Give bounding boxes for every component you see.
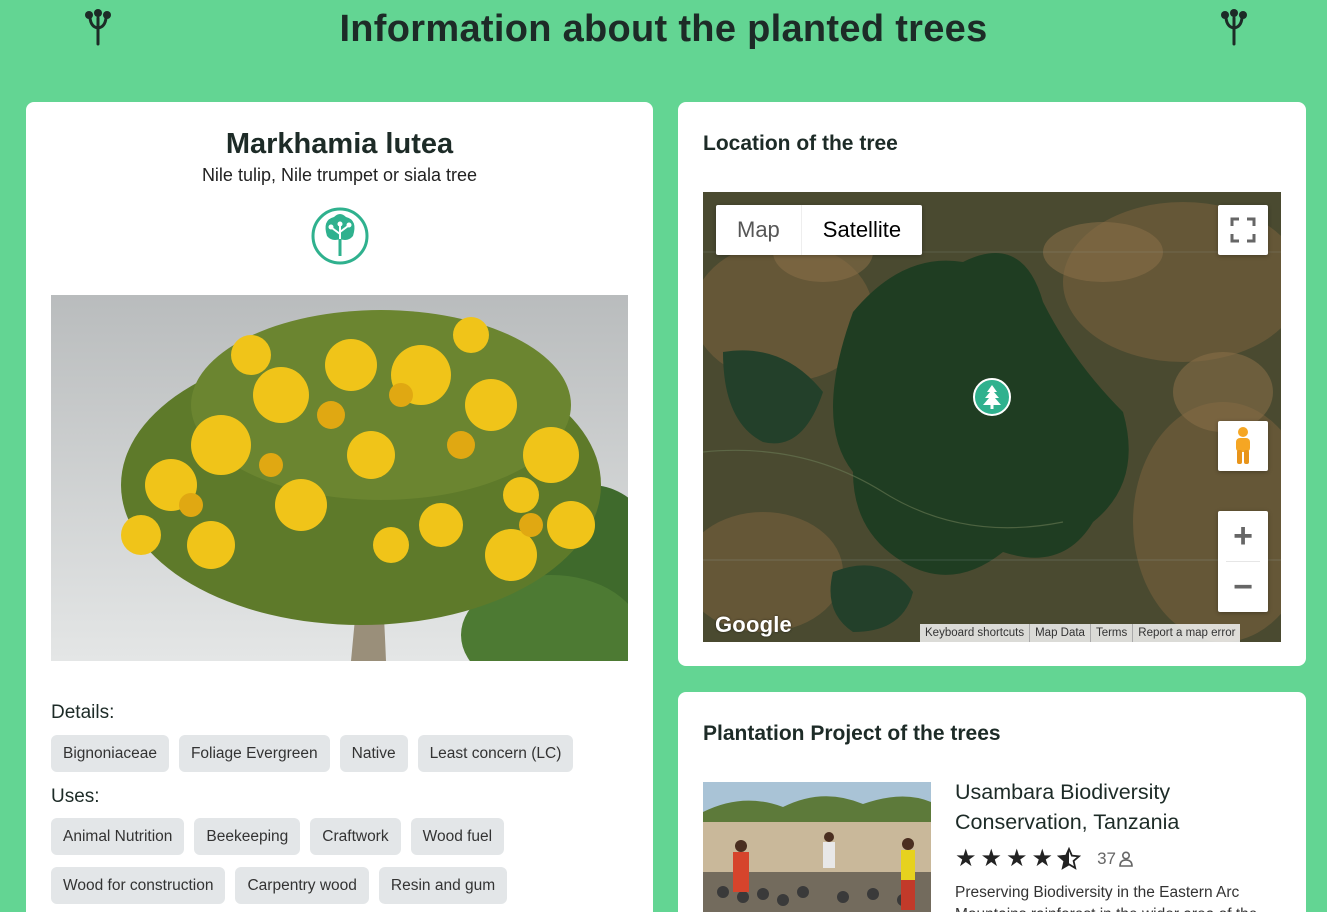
star-full-icon: ★ (1006, 845, 1028, 872)
location-heading: Location of the tree (703, 132, 898, 155)
details-label: Details: (51, 702, 115, 723)
use-tag: Craftwork (310, 818, 401, 855)
use-tag: Resin and gum (378, 867, 508, 904)
map-imagery (703, 192, 1281, 642)
project-name[interactable]: Usambara Biodiversity Conservation, Tanz… (955, 777, 1285, 837)
map-type-satellite-button[interactable]: Satellite (800, 205, 922, 255)
star-full-icon: ★ (955, 845, 977, 872)
project-photo[interactable] (703, 782, 931, 912)
species-scientific-name: Markhamia lutea (225, 128, 454, 160)
star-half-icon (1057, 847, 1082, 870)
google-logo[interactable]: Google (715, 612, 792, 638)
zoom-out-button[interactable]: − (1218, 562, 1268, 612)
species-common-names: Nile tulip, Nile trumpet or siala tree (201, 165, 478, 185)
terms-link[interactable]: Terms (1091, 624, 1134, 642)
map-footer: Keyboard shortcuts Map Data Terms Report… (920, 624, 1241, 642)
fullscreen-icon (1230, 217, 1256, 243)
use-tag: Beekeeping (194, 818, 301, 855)
star-full-icon: ★ (980, 845, 1003, 872)
map-data-link[interactable]: Map Data (1030, 624, 1091, 642)
location-card: Location of the tree Map Satellite + − G… (678, 102, 1306, 666)
detail-tag: Least concern (LC) (417, 735, 574, 772)
detail-tag: Bignoniaceae (51, 735, 169, 772)
project-heading: Plantation Project of the trees (703, 722, 1001, 745)
project-card: Plantation Project of the trees Usambara… (678, 692, 1306, 912)
uses-tags: Animal Nutrition Beekeeping Craftwork Wo… (51, 818, 631, 904)
street-view-pegman[interactable] (1218, 421, 1268, 471)
species-photo (51, 295, 628, 661)
uses-label: Uses: (51, 786, 100, 807)
details-tags: Bignoniaceae Foliage Evergreen Native Le… (51, 735, 631, 772)
person-icon (1119, 851, 1133, 867)
use-tag: Wood for construction (51, 867, 226, 904)
map-type-map-button[interactable]: Map (716, 205, 801, 255)
zoom-in-button[interactable]: + (1218, 511, 1268, 561)
star-full-icon: ★ (1031, 845, 1054, 872)
pine-tree-icon (983, 385, 1001, 409)
detail-tag: Native (339, 735, 408, 772)
page-title: Information about the planted trees (339, 8, 988, 50)
rating-count: 37 (1097, 849, 1133, 869)
report-map-error-link[interactable]: Report a map error (1133, 624, 1240, 642)
tree-circle-logo (311, 207, 369, 265)
fullscreen-button[interactable] (1218, 205, 1268, 255)
keyboard-shortcuts-link[interactable]: Keyboard shortcuts (920, 624, 1031, 642)
use-tag: Wood fuel (410, 818, 505, 855)
use-tag: Animal Nutrition (51, 818, 185, 855)
rating-count-value: 37 (1097, 849, 1116, 868)
zoom-control: + − (1218, 511, 1268, 612)
satellite-map[interactable]: Map Satellite + − Google Keyboard shortc… (703, 192, 1281, 642)
tree-branch-icon (1221, 9, 1247, 46)
project-description: Preserving Biodiversity in the Eastern A… (955, 884, 1257, 912)
pegman-icon (1236, 427, 1250, 464)
tree-pin-icon[interactable] (973, 378, 1011, 416)
use-tag: Carpentry wood (235, 867, 369, 904)
detail-tag: Foliage Evergreen (178, 735, 330, 772)
map-type-control: Map Satellite (716, 205, 923, 255)
project-rating: ★ ★ ★ ★ 37 (955, 847, 1133, 871)
species-card: Markhamia lutea Nile tulip, Nile trumpet… (26, 102, 653, 912)
